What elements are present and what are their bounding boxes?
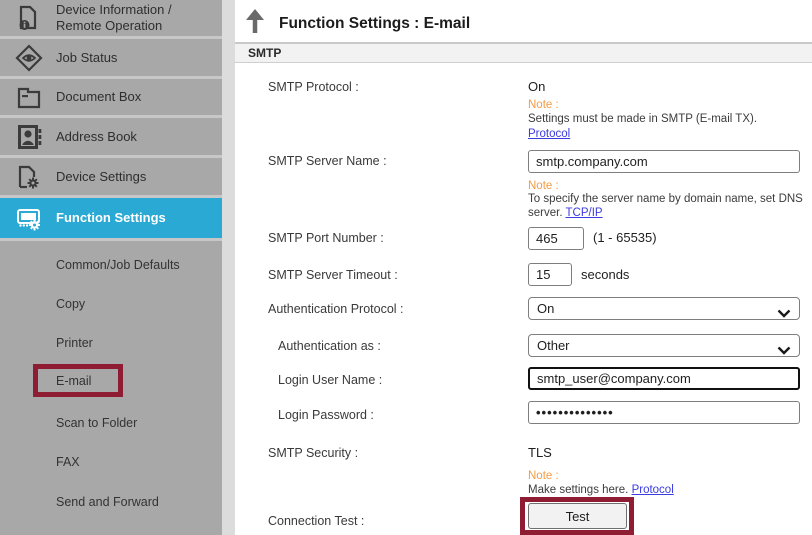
sidebar-item-document-box[interactable]: Document Box: [0, 79, 222, 115]
smtp-timeout-input[interactable]: [528, 263, 572, 286]
sidebar-item-label: Function Settings: [56, 210, 214, 226]
note-text-fragment: server.: [528, 207, 563, 219]
chevron-down-icon: [777, 305, 791, 323]
smtp-protocol-value: On: [528, 79, 545, 94]
chevron-down-icon: [777, 342, 791, 360]
page-title: Function Settings : E-mail: [279, 15, 470, 33]
sidebar-subitem-email[interactable]: E-mail: [56, 374, 91, 388]
smtp-server-name-input[interactable]: [528, 150, 800, 173]
timeout-unit: seconds: [581, 267, 629, 282]
sidebar-item-device-settings[interactable]: Device Settings: [0, 158, 222, 195]
sidebar-item-label: Device Settings: [56, 169, 214, 185]
note-text: server. TCP/IP: [528, 207, 603, 219]
note-text: Settings must be made in SMTP (E-mail TX…: [528, 113, 757, 125]
login-user-name-label: Login User Name :: [278, 373, 382, 387]
note-title: Note :: [528, 180, 559, 192]
login-password-input[interactable]: [528, 401, 800, 424]
smtp-section-bar: SMTP: [235, 42, 812, 63]
protocol-link[interactable]: Protocol: [632, 484, 674, 496]
page: Device Information / Remote Operation Jo…: [0, 0, 812, 535]
sidebar-item-device-information[interactable]: Device Information / Remote Operation: [0, 0, 222, 36]
sidebar-subitem-scan-to-folder[interactable]: Scan to Folder: [56, 416, 137, 430]
auth-as-label: Authentication as :: [278, 339, 381, 353]
smtp-port-input[interactable]: [528, 227, 584, 250]
auth-protocol-select[interactable]: On: [528, 297, 800, 320]
job-status-icon: [11, 43, 47, 73]
sidebar-item-job-status[interactable]: Job Status: [0, 39, 222, 76]
smtp-server-name-label: SMTP Server Name :: [268, 154, 387, 168]
tcpip-link[interactable]: TCP/IP: [566, 207, 603, 219]
note-title: Note :: [528, 470, 559, 482]
sidebar-item-label: Job Status: [56, 50, 214, 66]
sidebar-divider: [0, 238, 222, 241]
protocol-link[interactable]: Protocol: [528, 128, 570, 140]
device-info-icon: [11, 3, 47, 33]
address-book-icon: [11, 122, 47, 152]
port-range-hint: (1 - 65535): [593, 230, 657, 245]
sidebar-subitem-copy[interactable]: Copy: [56, 297, 85, 311]
page-header: Function Settings : E-mail: [243, 8, 470, 39]
login-password-label: Login Password :: [278, 408, 374, 422]
note-text-fragment: Make settings here.: [528, 484, 628, 496]
login-user-name-input[interactable]: [528, 367, 800, 390]
connection-test-label: Connection Test :: [268, 514, 364, 528]
sidebar-subitem-send-and-forward[interactable]: Send and Forward: [56, 495, 159, 509]
sidebar-gap: [222, 0, 235, 535]
auth-protocol-label: Authentication Protocol :: [268, 302, 404, 316]
sidebar-item-address-book[interactable]: Address Book: [0, 118, 222, 155]
sidebar-item-function-settings[interactable]: Function Settings: [0, 198, 222, 238]
main-content: Function Settings : E-mail SMTP SMTP Pro…: [235, 0, 812, 535]
sidebar-subitem-printer[interactable]: Printer: [56, 336, 93, 350]
sidebar-item-label: Device Information / Remote Operation: [56, 2, 214, 34]
function-settings-icon: [11, 203, 47, 233]
auth-as-select[interactable]: Other: [528, 334, 800, 357]
back-up-arrow-icon[interactable]: [243, 8, 267, 39]
sidebar-item-label: Document Box: [56, 89, 214, 105]
document-box-icon: [11, 82, 47, 112]
note-text: To specify the server name by domain nam…: [528, 193, 803, 205]
smtp-security-value: TLS: [528, 445, 552, 460]
smtp-security-label: SMTP Security :: [268, 446, 358, 460]
sidebar-subitem-common-job-defaults[interactable]: Common/Job Defaults: [56, 258, 180, 272]
smtp-protocol-label: SMTP Protocol :: [268, 80, 359, 94]
auth-as-selected-value: Other: [537, 338, 570, 353]
smtp-port-label: SMTP Port Number :: [268, 231, 384, 245]
sidebar-subitem-fax[interactable]: FAX: [56, 455, 80, 469]
smtp-timeout-label: SMTP Server Timeout :: [268, 268, 398, 282]
note-text: Make settings here. Protocol: [528, 484, 674, 496]
device-settings-icon: [11, 162, 47, 192]
sidebar-item-label: Address Book: [56, 129, 214, 145]
auth-protocol-selected-value: On: [537, 301, 554, 316]
test-button[interactable]: Test: [528, 503, 627, 529]
note-title: Note :: [528, 99, 559, 111]
smtp-section-title: SMTP: [248, 46, 281, 60]
sidebar: Device Information / Remote Operation Jo…: [0, 0, 222, 535]
